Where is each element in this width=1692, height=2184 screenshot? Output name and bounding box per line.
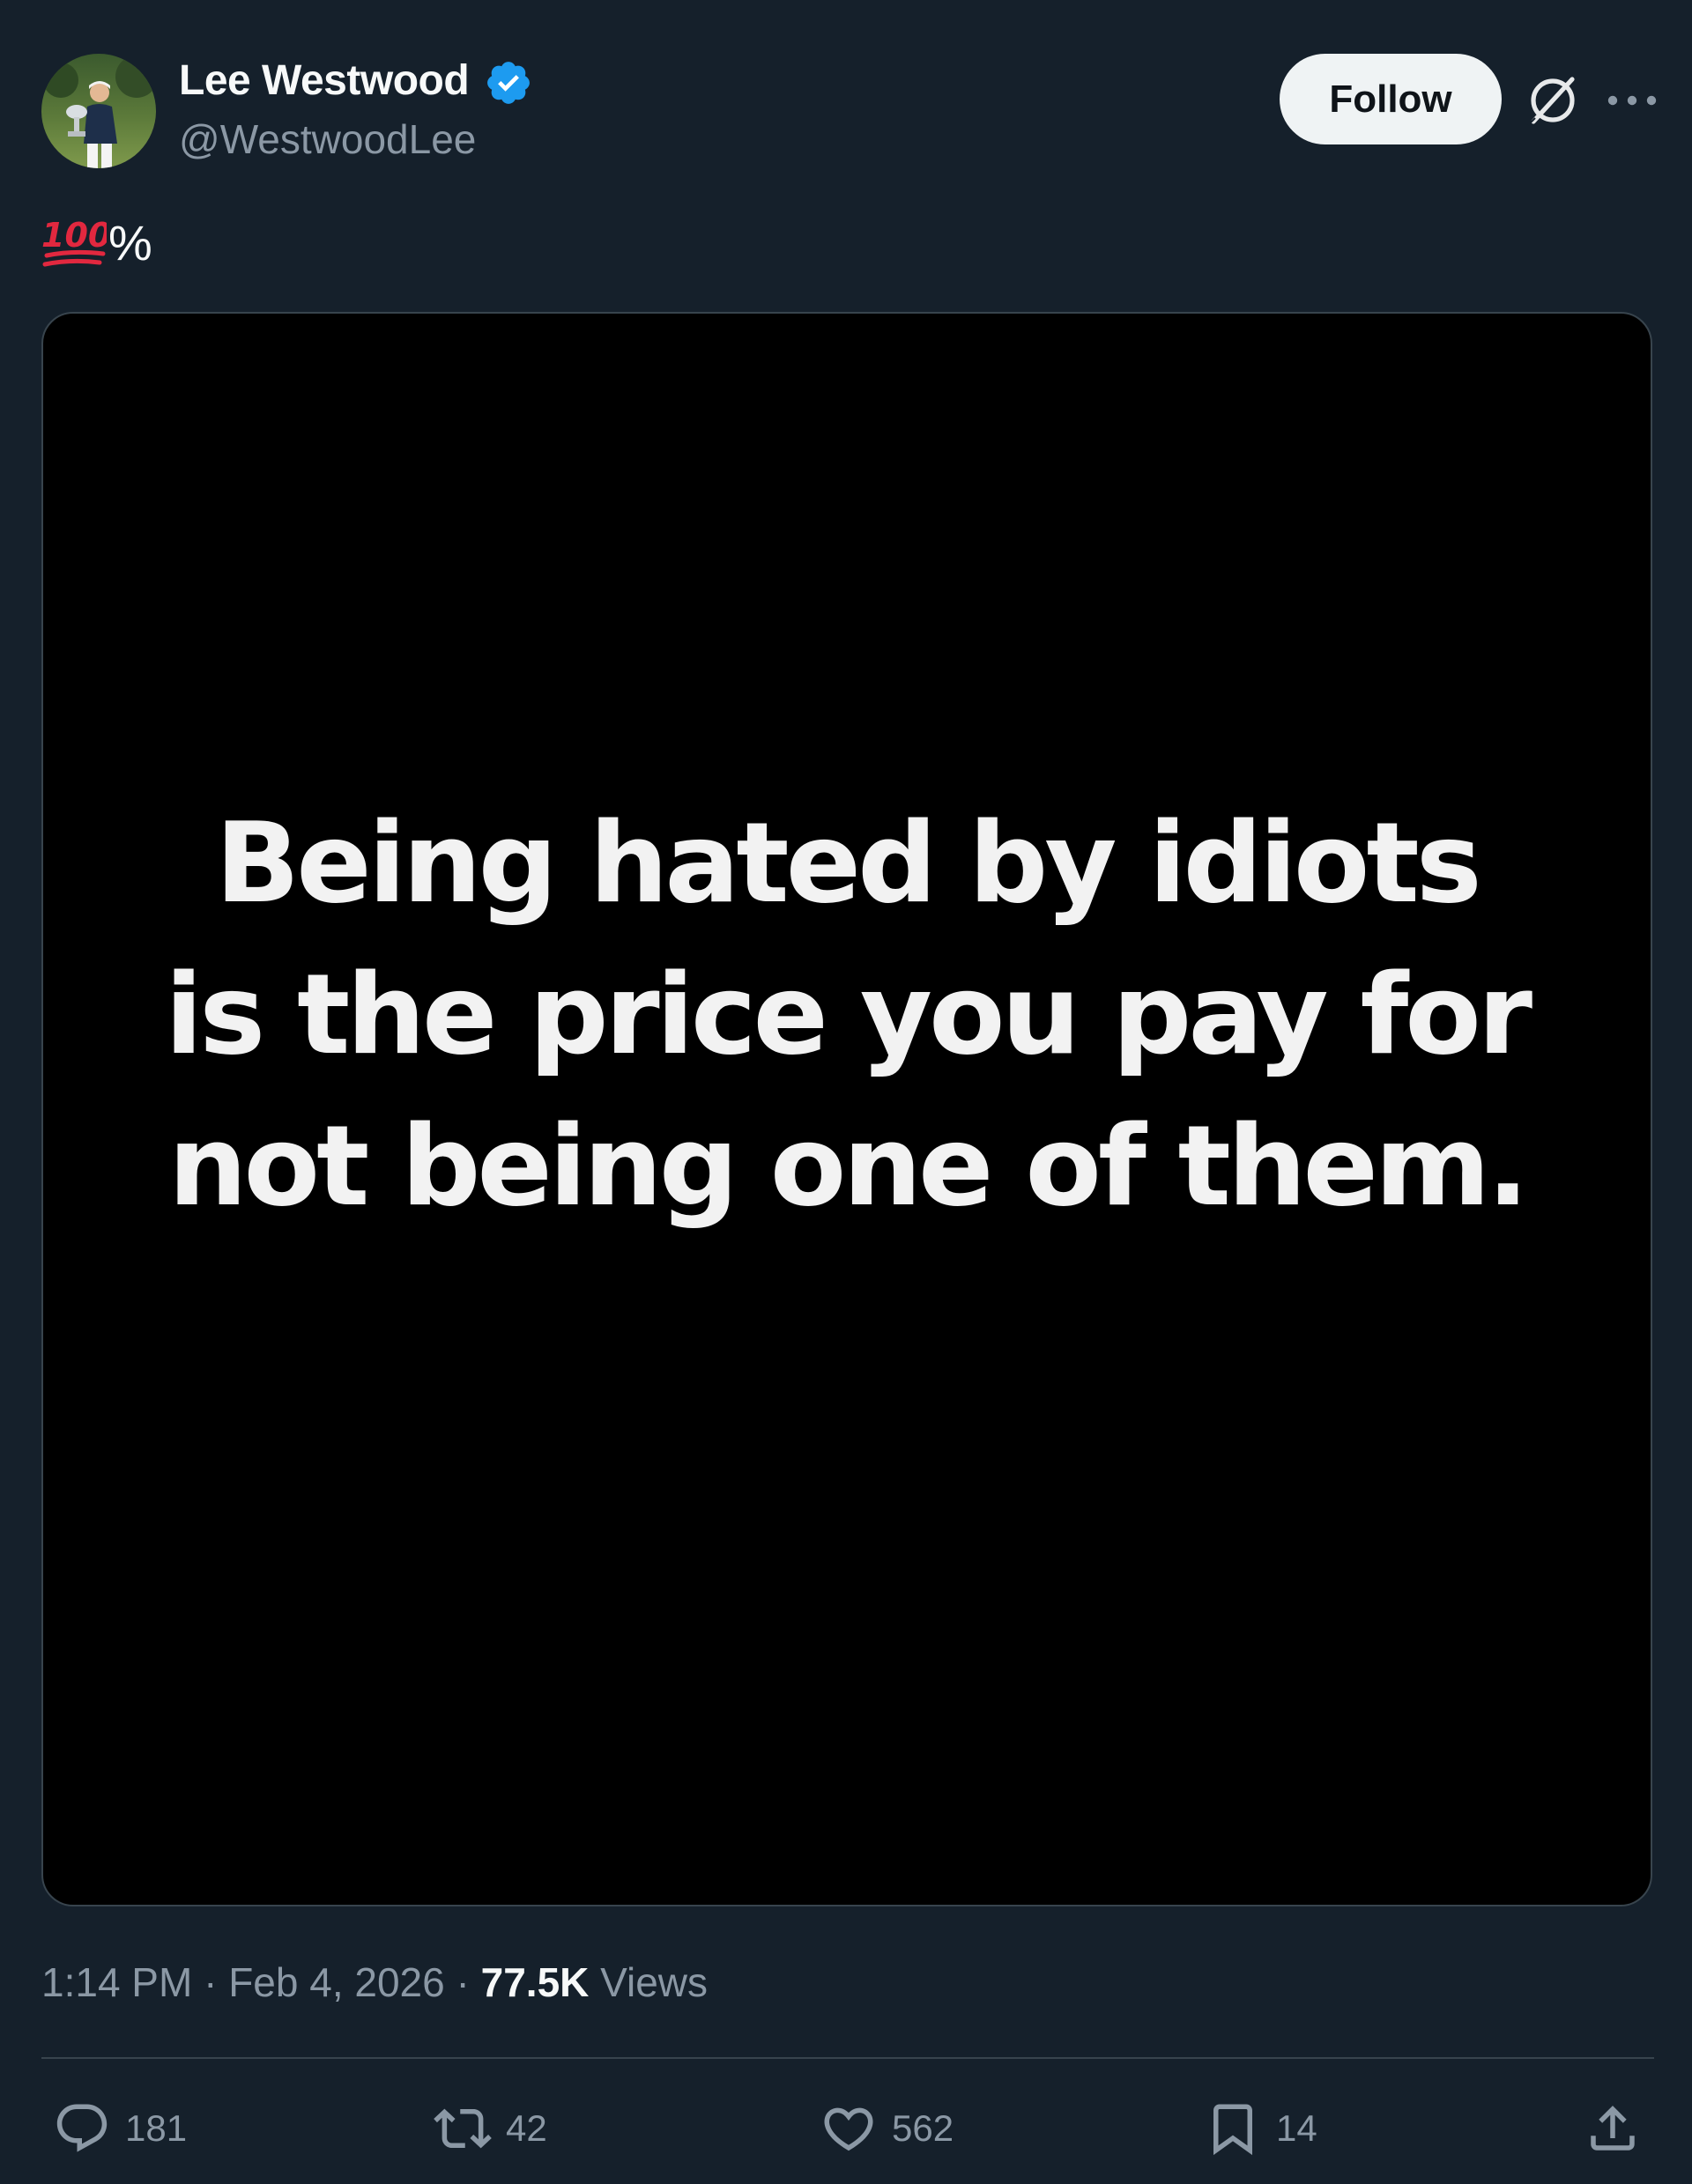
share-icon: [1591, 2106, 1635, 2151]
reply-button[interactable]: 181: [53, 2099, 187, 2158]
tweet-time[interactable]: 1:14 PM: [41, 1959, 192, 2005]
author-handle[interactable]: @WestwoodLee: [179, 113, 476, 166]
tweet-text-content: %: [108, 214, 152, 270]
media-caption-line: is the price you pay for: [165, 950, 1532, 1079]
hundred-points-emoji-icon: 100: [41, 216, 107, 267]
like-button[interactable]: 562: [820, 2099, 954, 2158]
bookmark-button[interactable]: 14: [1204, 2099, 1317, 2158]
bookmark-count: 14: [1276, 2107, 1317, 2149]
meta-separator: ·: [456, 1959, 470, 2005]
like-count: 562: [892, 2107, 954, 2149]
repost-count: 42: [506, 2107, 547, 2149]
tweet-card: Lee Westwood @WestwoodLee Follow 100 % B…: [0, 0, 1692, 2184]
share-button[interactable]: [1584, 2099, 1642, 2158]
meta-separator: ·: [204, 1959, 218, 2005]
avatar[interactable]: [41, 54, 156, 168]
author-display-name[interactable]: Lee Westwood: [179, 55, 470, 107]
tweet-media-image[interactable]: Being hated by idiots is the price you p…: [41, 312, 1652, 1906]
media-caption-line: not being one of them.: [167, 1101, 1529, 1231]
heart-icon: [824, 2107, 873, 2151]
tweet-text: 100 %: [41, 211, 152, 273]
repost-icon: [434, 2108, 492, 2149]
follow-button[interactable]: Follow: [1280, 54, 1502, 144]
views-count: 77.5K: [480, 1959, 590, 2005]
tweet-meta: 1:14 PM · Feb 4, 2026 · 77.5K Views: [41, 1956, 708, 2009]
svg-text:100: 100: [41, 216, 107, 255]
divider: [41, 2057, 1654, 2059]
tweet-date[interactable]: Feb 4, 2026: [228, 1959, 445, 2005]
media-caption-line: Being hated by idiots: [215, 798, 1481, 928]
views-label: Views: [600, 1959, 709, 2005]
media-caption: Being hated by idiots is the price you p…: [43, 788, 1651, 1242]
reply-icon: [56, 2104, 108, 2152]
more-options-icon[interactable]: [1604, 81, 1660, 120]
verified-badge-icon[interactable]: [484, 58, 533, 107]
bookmark-icon: [1213, 2104, 1252, 2156]
avatar-image: [41, 54, 156, 168]
repost-button[interactable]: 42: [434, 2099, 547, 2158]
grok-icon[interactable]: [1525, 72, 1581, 129]
reply-count: 181: [125, 2107, 188, 2149]
